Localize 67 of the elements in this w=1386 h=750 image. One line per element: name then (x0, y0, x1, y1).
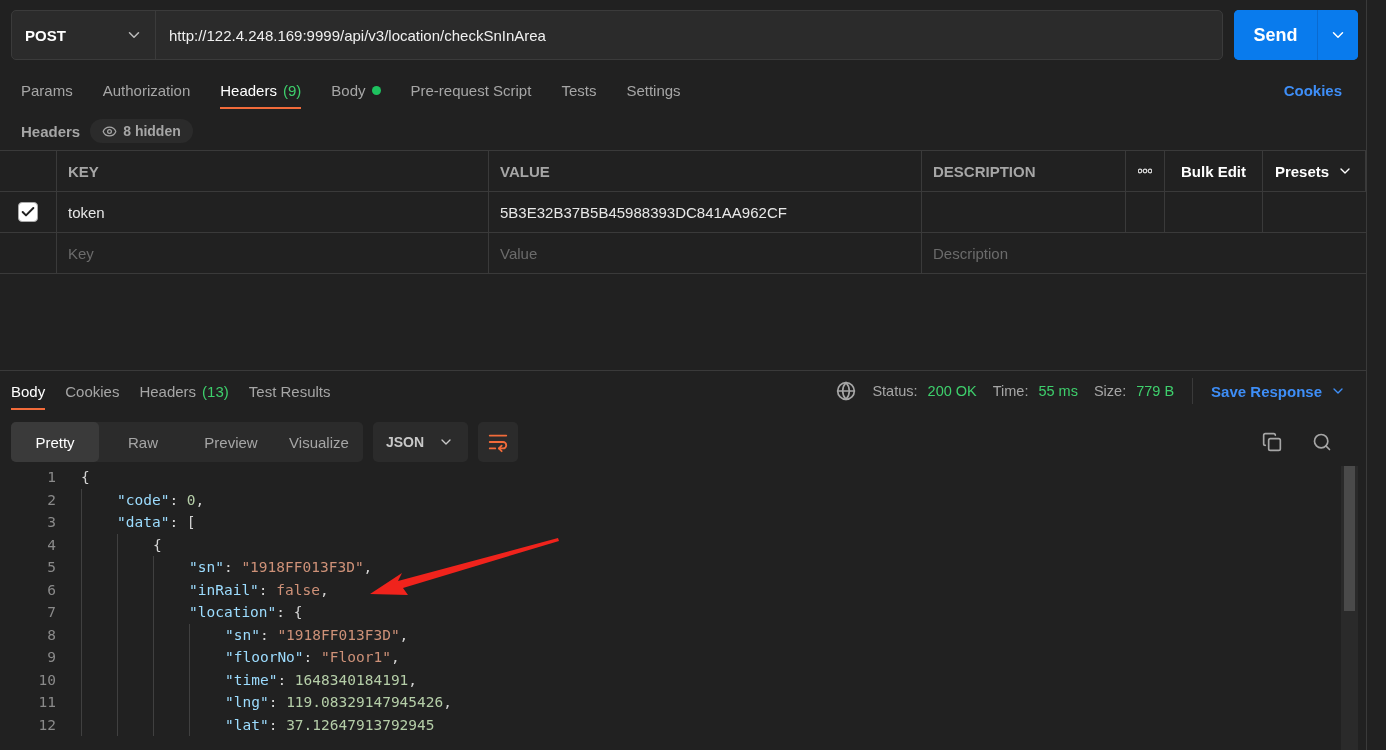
code-line: "time": 1648340184191, (225, 671, 418, 688)
line-number: 1 (46, 469, 56, 486)
dots-icon (1138, 168, 1152, 174)
code-line: "sn": "1918FF013F3D", (189, 559, 373, 576)
code-line: "location": { (189, 604, 303, 621)
tab[interactable]: Headers (9) (220, 71, 302, 109)
format-select[interactable]: JSON (373, 422, 468, 462)
code-line: { (81, 469, 90, 486)
line-number: 10 (37, 671, 56, 688)
scrollbar[interactable] (1341, 466, 1358, 750)
tab[interactable]: Cookies (65, 372, 120, 410)
view-mode-tab[interactable]: Pretty (11, 422, 99, 462)
checkbox[interactable] (18, 202, 38, 222)
line-number: 9 (46, 649, 56, 666)
line-number: 6 (46, 581, 56, 598)
stat-label: Status: (872, 383, 918, 399)
line-number: 7 (46, 604, 56, 621)
code-line: "sn": "1918FF013F3D", (225, 626, 409, 643)
line-number: 2 (46, 491, 56, 508)
view-mode-tab[interactable]: Raw (99, 422, 187, 462)
code-line: "code": 0, (117, 491, 205, 508)
code-line: "data": [ (117, 514, 196, 531)
table-cell: token (57, 192, 489, 233)
section-title: Headers (21, 122, 81, 140)
stat-value: 200 OK (927, 383, 977, 399)
line-number: 8 (46, 626, 56, 643)
table-cell (1126, 192, 1165, 233)
code-line: "lat": 37.12647913792945 (225, 716, 435, 733)
save-response-button[interactable]: Save Response (1205, 381, 1352, 401)
line-number: 4 (46, 536, 56, 553)
tab[interactable]: Headers (13) (139, 372, 229, 410)
column-header: VALUE (489, 151, 922, 192)
view-mode-tab[interactable]: Visualize (275, 422, 363, 462)
tab[interactable]: Authorization (102, 71, 191, 109)
tab[interactable]: Test Results (248, 372, 331, 410)
stat-label: Time: (992, 383, 1029, 399)
line-number: 11 (37, 694, 56, 711)
tab[interactable]: Params (21, 71, 73, 109)
line-number: 5 (46, 559, 56, 576)
bulk-edit-button[interactable]: Bulk Edit (1165, 151, 1263, 192)
globe-icon (836, 381, 857, 401)
tab[interactable]: Body (331, 71, 381, 109)
code-line: "lng": 119.08329147945426, (225, 694, 452, 711)
cookies-link[interactable]: Cookies (1283, 81, 1342, 99)
tab[interactable]: Body (11, 372, 46, 410)
tab[interactable]: Pre-request Script (410, 71, 532, 109)
stat-label: Size: (1093, 383, 1127, 399)
view-mode-tab[interactable]: Preview (187, 422, 275, 462)
stat-value: 55 ms (1038, 383, 1078, 399)
hidden-headers-toggle[interactable]: 8 hidden (90, 119, 193, 143)
scrollbar-thumb[interactable] (1344, 466, 1355, 611)
code-line: "inRail": false, (189, 581, 329, 598)
wrap-icon[interactable] (478, 422, 518, 462)
tab[interactable]: Tests (561, 71, 597, 109)
column-header: KEY (57, 151, 489, 192)
code-line: "floorNo": "Floor1", (225, 649, 400, 666)
stat-value: 779 B (1136, 383, 1175, 399)
tab[interactable]: Settings (626, 71, 681, 109)
column-header: DESCRIPTION (922, 151, 1126, 192)
line-number: 3 (46, 514, 56, 531)
code-line: { (153, 536, 162, 553)
more-button[interactable] (1126, 151, 1165, 192)
table-cell: 5B3E32B37B5B45988393DC841AA962CF (489, 192, 922, 233)
eye-icon (102, 123, 118, 139)
line-number: 12 (37, 716, 56, 733)
presets-button[interactable]: Presets (1263, 151, 1366, 192)
send-button[interactable]: Send (1234, 10, 1318, 60)
